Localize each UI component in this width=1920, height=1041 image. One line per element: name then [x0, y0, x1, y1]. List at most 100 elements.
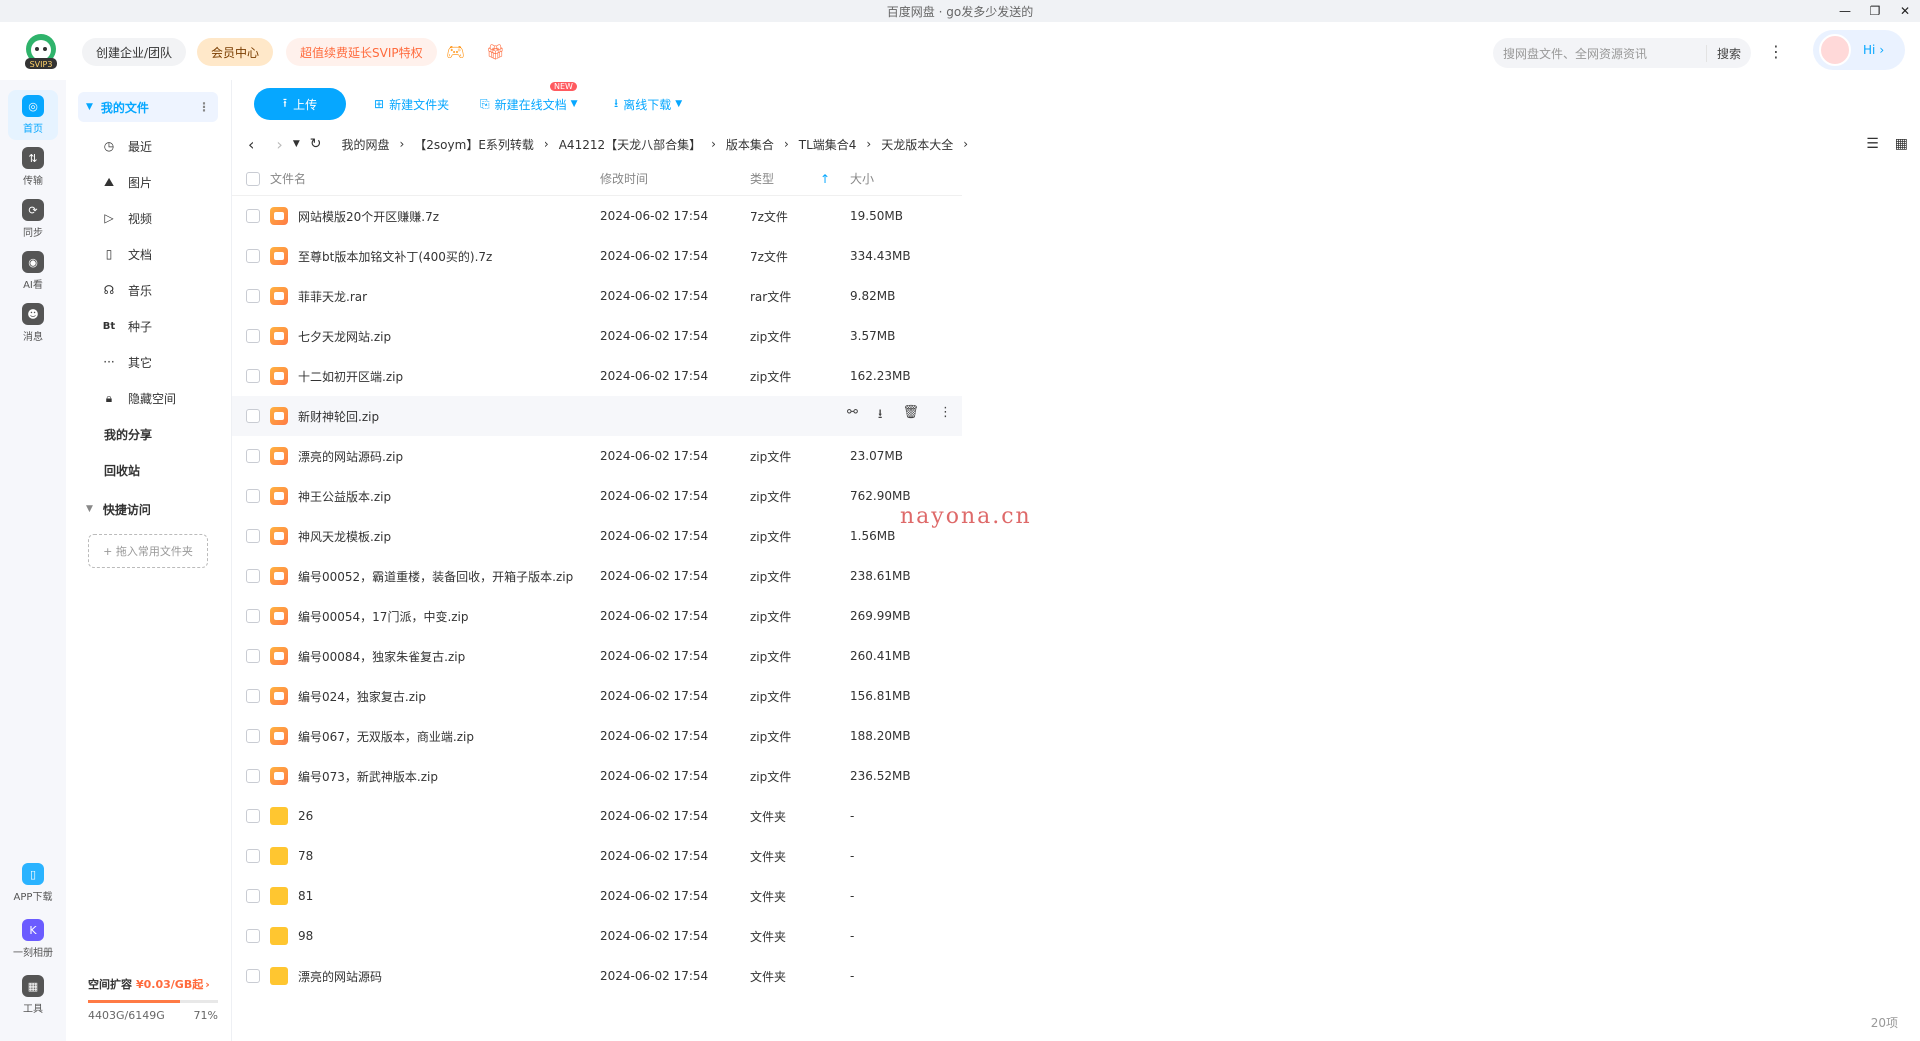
enterprise-button[interactable]: 创建企业/团队: [82, 38, 187, 66]
row-checkbox[interactable]: [246, 969, 260, 983]
table-row[interactable]: 26 2024-06-02 17:54 文件夹 -: [232, 796, 962, 836]
table-row[interactable]: 新财神轮回.zip ⚯ ⭳ 🗑︎ ⋮: [232, 396, 962, 436]
breadcrumb-item[interactable]: TL端集合4: [799, 136, 857, 153]
table-row[interactable]: 漂亮的网站源码 2024-06-02 17:54 文件夹 -: [232, 956, 962, 996]
breadcrumb-item[interactable]: A41212【天龙八部合集】: [559, 136, 701, 153]
sidebar-item-torrent[interactable]: Bt 种子: [102, 312, 152, 340]
row-checkbox[interactable]: [246, 489, 260, 503]
file-name[interactable]: 98: [298, 929, 313, 943]
new-folder-button[interactable]: ⊞ 新建文件夹: [374, 88, 449, 120]
restore-icon[interactable]: ❐: [1860, 0, 1890, 22]
table-row[interactable]: 神王公益版本.zip 2024-06-02 17:54 zip文件 762.90MB: [232, 476, 962, 516]
file-name[interactable]: 网站模版20个开区赚赚.7z: [298, 208, 439, 225]
row-checkbox[interactable]: [246, 329, 260, 343]
breadcrumb-item[interactable]: 版本集合: [726, 136, 774, 153]
search-box[interactable]: 搜网盘文件、全网资源资讯 搜索: [1493, 38, 1751, 68]
app-logo[interactable]: SVIP3: [20, 32, 62, 70]
row-checkbox[interactable]: [246, 409, 260, 423]
grid-view-icon[interactable]: ▦: [1895, 136, 1908, 152]
row-checkbox[interactable]: [246, 369, 260, 383]
header-size[interactable]: 大小: [850, 170, 950, 187]
row-checkbox[interactable]: [246, 649, 260, 663]
new-online-doc-button[interactable]: ⎘ 新建在线文档 ▼ NEW: [480, 82, 578, 120]
file-name[interactable]: 漂亮的网站源码: [298, 968, 382, 985]
table-row[interactable]: 编号00084，独家朱雀复古.zip 2024-06-02 17:54 zip文件 2…: [232, 636, 962, 676]
header-type[interactable]: 类型 ↑: [750, 170, 850, 187]
row-checkbox[interactable]: [246, 929, 260, 943]
row-checkbox[interactable]: [246, 529, 260, 543]
row-checkbox[interactable]: [246, 209, 260, 223]
file-name[interactable]: 菲菲天龙.rar: [298, 288, 367, 305]
table-row[interactable]: 编号024，独家复古.zip 2024-06-02 17:54 zip文件 156.8…: [232, 676, 962, 716]
file-name[interactable]: 78: [298, 849, 313, 863]
row-checkbox[interactable]: [246, 769, 260, 783]
member-center-button[interactable]: 会员中心: [197, 38, 274, 66]
file-name[interactable]: 新财神轮回.zip: [298, 408, 379, 425]
breadcrumb-item[interactable]: 【2soym】E系列转载: [414, 136, 534, 153]
file-name[interactable]: 编号00084，独家朱雀复古.zip: [298, 648, 465, 665]
more-menu-icon[interactable]: ⋮: [1768, 42, 1784, 61]
breadcrumb-item[interactable]: 天龙版本大全: [881, 136, 953, 153]
file-name[interactable]: 81: [298, 889, 313, 903]
table-row[interactable]: 十二如初开区端.zip 2024-06-02 17:54 zip文件 162.23MB: [232, 356, 962, 396]
my-files-nav[interactable]: ▼ 我的文件 ⋮: [78, 92, 218, 122]
avatar[interactable]: [1819, 34, 1851, 66]
row-checkbox[interactable]: [246, 809, 260, 823]
table-row[interactable]: 漂亮的网站源码.zip 2024-06-02 17:54 zip文件 23.07MB: [232, 436, 962, 476]
sidebar-item-my-share[interactable]: 我的分享: [104, 420, 152, 448]
more-icon[interactable]: ⋮: [939, 405, 952, 427]
rail-messages[interactable]: ☻ 消息: [8, 298, 58, 348]
quick-access-drop-zone[interactable]: + 拖入常用文件夹: [88, 534, 208, 568]
file-name[interactable]: 编号00054，17门派，中变.zip: [298, 608, 469, 625]
file-name[interactable]: 编号073，新武神版本.zip: [298, 768, 438, 785]
rail-app-download[interactable]: ▯ APP下载: [8, 858, 58, 908]
header-name[interactable]: 文件名: [270, 170, 600, 187]
file-name[interactable]: 十二如初开区端.zip: [298, 368, 403, 385]
history-caret-icon[interactable]: ▼: [293, 139, 300, 149]
sidebar-item-videos[interactable]: ▷ 视频: [102, 204, 152, 232]
table-row[interactable]: 菲菲天龙.rar 2024-06-02 17:54 rar文件 9.82MB: [232, 276, 962, 316]
file-name[interactable]: 编号00052，霸道重楼，装备回收，开箱子版本.zip: [298, 568, 573, 585]
table-row[interactable]: 编号00054，17门派，中变.zip 2024-06-02 17:54 zip文件…: [232, 596, 962, 636]
rail-ai[interactable]: ◉ AI看: [8, 246, 58, 296]
sidebar-item-other[interactable]: ··· 其它: [102, 348, 152, 376]
table-row[interactable]: 网站模版20个开区赚赚.7z 2024-06-02 17:54 7z文件 19.50M…: [232, 196, 962, 236]
table-row[interactable]: 编号067，无双版本，商业端.zip 2024-06-02 17:54 zip文件 1…: [232, 716, 962, 756]
table-row[interactable]: 81 2024-06-02 17:54 文件夹 -: [232, 876, 962, 916]
row-checkbox[interactable]: [246, 449, 260, 463]
gift-icon[interactable]: 🎁︎: [480, 38, 511, 66]
table-row[interactable]: 七夕天龙网站.zip 2024-06-02 17:54 zip文件 3.57MB: [232, 316, 962, 356]
row-checkbox[interactable]: [246, 609, 260, 623]
refresh-icon[interactable]: ↻: [310, 136, 322, 152]
file-name[interactable]: 编号067，无双版本，商业端.zip: [298, 728, 474, 745]
table-row[interactable]: 神风天龙模板.zip 2024-06-02 17:54 zip文件 1.56MB: [232, 516, 962, 556]
storage-quota[interactable]: 空间扩容 ¥0.03/GB起 › 4403G/6149G 71%: [88, 976, 218, 1022]
table-row[interactable]: 编号073，新武神版本.zip 2024-06-02 17:54 zip文件 236.…: [232, 756, 962, 796]
row-checkbox[interactable]: [246, 689, 260, 703]
file-name[interactable]: 漂亮的网站源码.zip: [298, 448, 403, 465]
row-checkbox[interactable]: [246, 729, 260, 743]
row-checkbox[interactable]: [246, 249, 260, 263]
more-icon[interactable]: ⋮: [198, 100, 210, 114]
forward-icon[interactable]: ›: [276, 135, 282, 154]
rail-tools[interactable]: ▦ 工具: [8, 970, 58, 1020]
file-name[interactable]: 至尊bt版本加铭文补丁(400买的).7z: [298, 248, 492, 265]
file-name[interactable]: 编号024，独家复古.zip: [298, 688, 426, 705]
sort-icon[interactable]: ☰: [1866, 136, 1879, 152]
file-name[interactable]: 26: [298, 809, 313, 823]
row-checkbox[interactable]: [246, 289, 260, 303]
sidebar-item-hidden-space[interactable]: 🔒︎ 隐藏空间: [102, 384, 176, 412]
svip-promo-button[interactable]: 超值续费延长SVIP特权: [286, 38, 437, 66]
breadcrumb-item[interactable]: 我的网盘: [341, 136, 389, 153]
close-icon[interactable]: ✕: [1890, 0, 1920, 22]
select-all-checkbox[interactable]: [246, 171, 260, 186]
minimize-icon[interactable]: —: [1830, 0, 1860, 22]
rail-sync[interactable]: ⟳ 同步: [8, 194, 58, 244]
user-avatar-pill[interactable]: Hi ›: [1813, 30, 1905, 70]
sidebar-item-recycle[interactable]: 回收站: [104, 456, 140, 484]
header-time[interactable]: 修改时间: [600, 170, 750, 187]
quick-access-header[interactable]: ▼ 快捷访问: [86, 495, 151, 523]
row-checkbox[interactable]: [246, 849, 260, 863]
table-row[interactable]: 至尊bt版本加铭文补丁(400买的).7z 2024-06-02 17:54 7z文…: [232, 236, 962, 276]
back-icon[interactable]: ‹: [248, 135, 254, 154]
